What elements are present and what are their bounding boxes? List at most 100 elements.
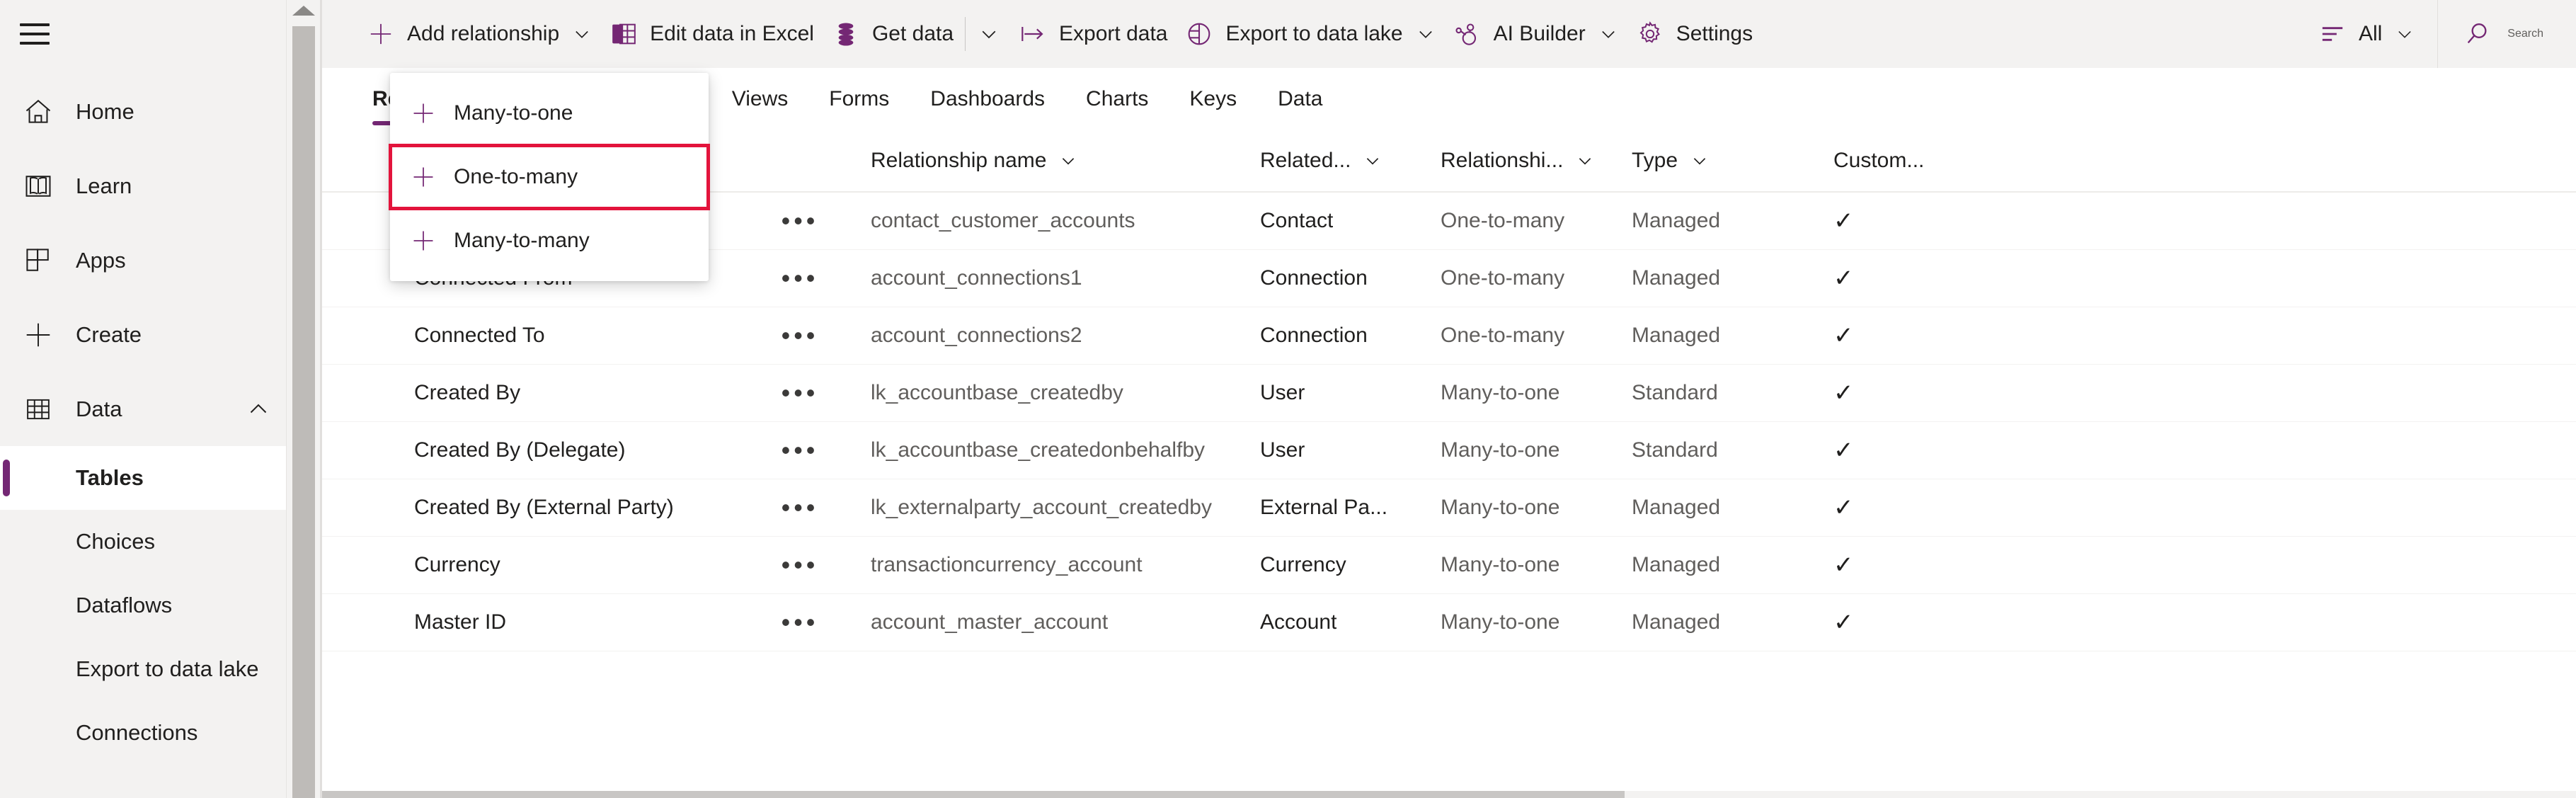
cell-custom: ✓ (1833, 494, 2017, 522)
get-data-chevron-down-icon[interactable] (968, 0, 1009, 68)
tab-keys[interactable]: Keys (1169, 68, 1257, 130)
sidebar-item-choices[interactable]: Choices (0, 510, 320, 574)
sidebar-item-dataflows[interactable]: Dataflows (0, 574, 320, 637)
chevron-up-icon[interactable] (245, 396, 272, 423)
tab-forms[interactable]: Forms (808, 68, 910, 130)
gear-icon (1635, 19, 1665, 49)
cell-custom: ✓ (1833, 321, 2017, 350)
tab-dashboards[interactable]: Dashboards (910, 68, 1065, 130)
tab-label: Views (731, 87, 789, 110)
tab-views[interactable]: Views (711, 68, 808, 130)
sidebar-scrollbar[interactable] (286, 0, 320, 798)
cell-display-name[interactable]: Master ID (322, 610, 765, 634)
tab-charts[interactable]: Charts (1065, 68, 1169, 130)
cell-display-name[interactable]: Created By (322, 381, 765, 405)
cell-relationship-type-text: Many-to-one (1441, 610, 1560, 634)
sidebar-item-apps[interactable]: Apps (0, 223, 320, 297)
menu-item-many-to-one[interactable]: Many-to-one (390, 81, 709, 145)
cell-relationship-name-text: account_connections2 (871, 324, 1082, 347)
left-navigation: Home Learn Apps Create Data Tables Choic… (0, 0, 320, 798)
column-header-type[interactable]: Type (1632, 149, 1833, 173)
row-overflow-menu-icon[interactable]: ••• (765, 493, 835, 523)
cell-display-name[interactable]: Currency (322, 553, 765, 577)
column-header-relationship-type[interactable]: Relationshi... (1441, 149, 1632, 173)
cell-display-name[interactable]: Connected To (322, 324, 765, 348)
cell-display-name-text: Currency (414, 553, 500, 576)
nav-list: Home Learn Apps Create Data Tables Choic… (0, 74, 320, 765)
sidebar-item-home[interactable]: Home (0, 74, 320, 149)
table-row[interactable]: Connected To ••• account_connections2 Conne… (322, 307, 2576, 365)
chevron-down-icon[interactable] (572, 24, 592, 44)
hamburger-icon[interactable] (20, 20, 52, 48)
chevron-down-icon[interactable] (1059, 152, 1077, 170)
chevron-down-icon[interactable] (1598, 24, 1618, 44)
plus-icon (20, 317, 57, 353)
sidebar-item-data[interactable]: Data (0, 372, 320, 446)
cell-related-text: Contact (1260, 209, 1334, 232)
cell-type: Standard (1632, 381, 1833, 405)
table-row[interactable]: Currency ••• transactioncurrency_account Cu… (322, 537, 2576, 594)
cell-relationship-name-text: account_connections1 (871, 266, 1082, 290)
horizontal-scrollbar[interactable] (322, 791, 2576, 798)
column-header-relationship-name[interactable]: Relationship name (835, 149, 1260, 173)
command-label: Add relationship (407, 22, 560, 45)
scrollbar-thumb[interactable] (322, 791, 1625, 798)
sidebar-item-export-to-data-lake[interactable]: Export to data lake (0, 637, 320, 701)
command-bar: Add relationship X Edit data in Excel Ge… (322, 0, 2576, 68)
table-row[interactable]: Created By ••• lk_accountbase_createdby Use… (322, 365, 2576, 422)
ai-builder-button[interactable]: AI Builder (1444, 0, 1627, 68)
add-relationship-menu: Many-to-one One-to-many Many-to-many (389, 73, 710, 281)
sidebar-subitem-label: Dataflows (76, 593, 173, 617)
row-overflow-menu-icon[interactable]: ••• (765, 550, 835, 580)
scrollbar-thumb[interactable] (292, 26, 315, 798)
sidebar-item-label: Home (76, 99, 134, 124)
row-overflow-menu-icon[interactable]: ••• (765, 435, 835, 465)
export-data-button[interactable]: Export data (1009, 0, 1176, 68)
cell-type-text: Managed (1632, 324, 1721, 347)
chevron-down-icon[interactable] (1690, 152, 1709, 170)
row-overflow-menu-icon[interactable]: ••• (765, 608, 835, 637)
scroll-up-arrow-icon[interactable] (292, 6, 315, 16)
filter-all-button[interactable]: All (2309, 0, 2423, 68)
tab-label: Charts (1086, 87, 1149, 110)
row-overflow-menu-icon[interactable]: ••• (765, 263, 835, 293)
check-icon: ✓ (1833, 494, 1854, 521)
cell-display-name[interactable]: Created By (External Party) (322, 496, 765, 520)
settings-button[interactable]: Settings (1627, 0, 1761, 68)
home-icon (20, 93, 57, 130)
table-row[interactable]: Created By (Delegate) ••• lk_accountbase_c… (322, 422, 2576, 479)
command-label: Edit data in Excel (650, 22, 814, 45)
menu-item-many-to-many[interactable]: Many-to-many (390, 209, 709, 273)
cell-display-name[interactable]: Created By (Delegate) (322, 438, 765, 462)
chevron-down-icon[interactable] (1363, 152, 1382, 170)
chevron-down-icon[interactable] (1576, 152, 1594, 170)
cell-type-text: Managed (1632, 610, 1721, 634)
sidebar-item-create[interactable]: Create (0, 297, 320, 372)
cell-type-text: Standard (1632, 381, 1718, 404)
tab-data[interactable]: Data (1257, 68, 1343, 130)
table-row[interactable]: Created By (External Party) ••• lk_externa… (322, 479, 2576, 537)
get-data-button[interactable]: Get data (823, 0, 962, 68)
check-icon: ✓ (1833, 265, 1854, 292)
chevron-down-icon[interactable] (1416, 24, 1436, 44)
sidebar-item-label: Create (76, 322, 142, 347)
row-overflow-menu-icon[interactable]: ••• (765, 321, 835, 350)
sidebar-item-tables[interactable]: Tables (0, 446, 320, 510)
sidebar-item-learn[interactable]: Learn (0, 149, 320, 223)
row-overflow-menu-icon[interactable]: ••• (765, 378, 835, 408)
cell-relationship-type-text: Many-to-one (1441, 438, 1560, 462)
cell-type-text: Managed (1632, 553, 1721, 576)
export-to-data-lake-button[interactable]: Export to data lake (1176, 0, 1443, 68)
column-header-related[interactable]: Related... (1260, 149, 1441, 173)
search-button[interactable]: Search (2438, 0, 2576, 68)
column-header-custom[interactable]: Custom... (1833, 149, 2017, 173)
edit-data-in-excel-button[interactable]: X Edit data in Excel (600, 0, 823, 68)
table-row[interactable]: Master ID ••• account_master_account Accoun… (322, 594, 2576, 651)
menu-item-one-to-many[interactable]: One-to-many (389, 144, 710, 210)
row-overflow-menu-icon[interactable]: ••• (765, 206, 835, 236)
sidebar-item-connections[interactable]: Connections (0, 701, 320, 765)
filter-lines-icon (2318, 19, 2347, 49)
chevron-down-icon[interactable] (2395, 24, 2415, 44)
hamburger-bar (20, 33, 50, 35)
add-relationship-button[interactable]: Add relationship (357, 0, 600, 68)
